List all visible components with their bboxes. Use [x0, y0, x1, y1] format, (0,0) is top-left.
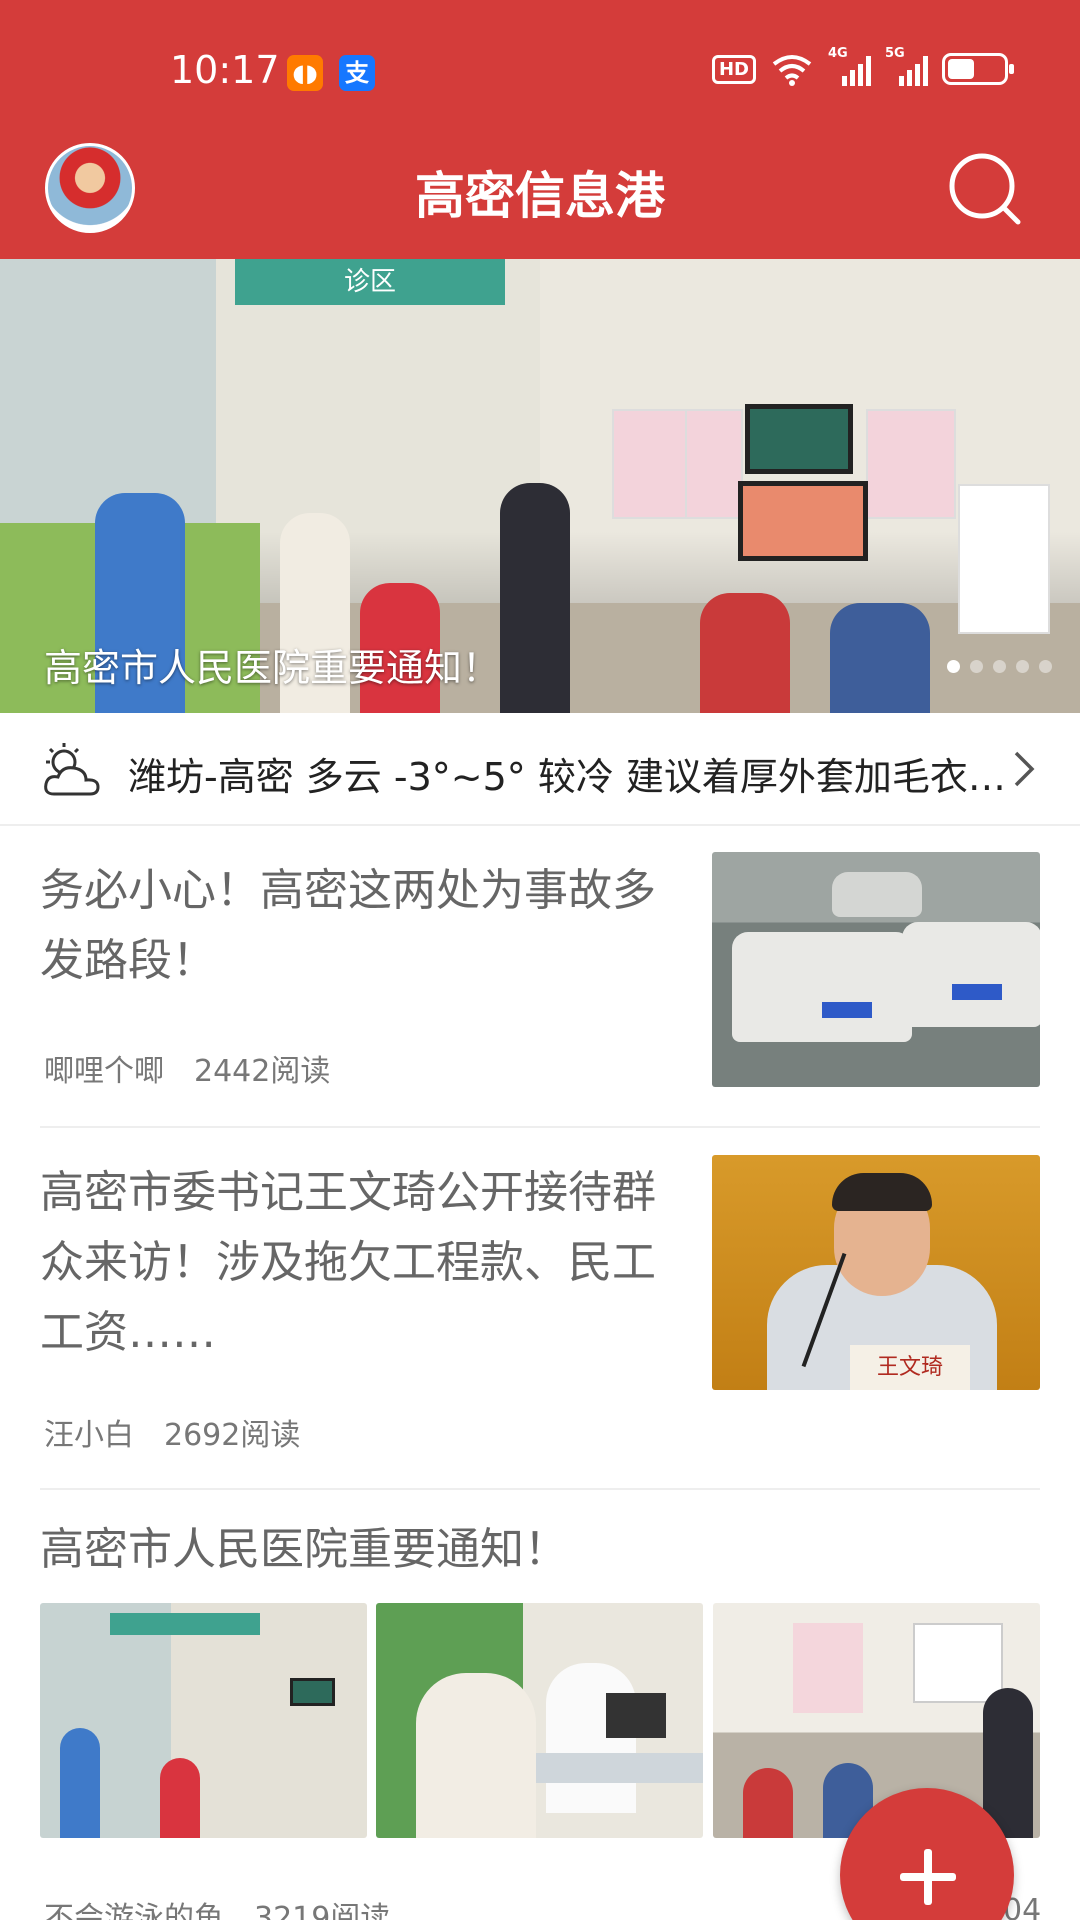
article-title[interactable]: 高密市委书记王文琦公开接待群众来访！涉及拖欠工程款、民工工资……	[40, 1158, 660, 1368]
wifi-icon	[772, 55, 812, 86]
article-author: 不会游泳的鱼	[44, 1901, 224, 1920]
banner-carousel[interactable]: 诊区 高密市人民医院重要通知！	[0, 259, 1080, 713]
carousel-dot[interactable]	[970, 660, 983, 673]
carousel-dot[interactable]	[947, 660, 960, 673]
hd-icon: HD	[711, 54, 756, 84]
partly-cloudy-icon	[44, 743, 100, 796]
article-title[interactable]: 务必小心！高密这两处为事故多发路段！	[40, 856, 660, 996]
article-reads: 2692阅读	[164, 1418, 301, 1453]
weather-text: 潍坊-高密 多云 -3°~5° 较冷 建议着厚外套加毛衣…	[128, 755, 1006, 799]
article-image[interactable]	[40, 1603, 367, 1838]
weather-bar[interactable]: 潍坊-高密 多云 -3°~5° 较冷 建议着厚外套加毛衣…	[0, 713, 1080, 826]
article-meta: 汪小白 2692阅读	[44, 1410, 300, 1454]
banner-caption: 高密市人民医院重要通知！	[44, 646, 501, 690]
signal-5g-icon: 5G	[885, 46, 928, 86]
banner-sign: 诊区	[235, 259, 505, 305]
signal-4g-icon: 4G	[828, 46, 871, 86]
article-reads: 2442阅读	[194, 1054, 331, 1089]
article-meta: 唧哩个唧 2442阅读	[44, 1046, 330, 1090]
orange-app-icon: ◖◗	[287, 55, 323, 91]
article-thumbnail[interactable]: 王文琦	[712, 1155, 1040, 1390]
chevron-right-icon[interactable]	[1010, 749, 1038, 789]
search-icon[interactable]	[946, 150, 1026, 230]
article-author: 唧哩个唧	[44, 1054, 164, 1089]
status-time: 10:17	[170, 48, 280, 92]
battery-icon	[942, 53, 1014, 85]
nameplate: 王文琦	[850, 1345, 970, 1390]
page-title: 高密信息港	[415, 167, 665, 225]
carousel-dot[interactable]	[993, 660, 1006, 673]
status-icons: HD 4G 5G	[711, 46, 1014, 86]
carousel-dot[interactable]	[1016, 660, 1029, 673]
article-author: 汪小白	[44, 1418, 134, 1453]
article-reads: 3219阅读	[254, 1901, 391, 1920]
article-card[interactable]: 务必小心！高密这两处为事故多发路段！ 唧哩个唧 2442阅读	[40, 826, 1040, 1128]
article-thumbnail[interactable]	[712, 852, 1040, 1087]
article-image[interactable]	[376, 1603, 703, 1838]
carousel-dots	[947, 660, 1052, 673]
article-card[interactable]: 高密市委书记王文琦公开接待群众来访！涉及拖欠工程款、民工工资…… 汪小白 2692…	[40, 1128, 1040, 1490]
alipay-icon: 支	[339, 55, 375, 91]
app-header: 10:17 ◖◗ 支 HD 4G 5G 高密信息港	[0, 0, 1080, 259]
article-title[interactable]: 高密市人民医院重要通知！	[40, 1515, 568, 1585]
carousel-dot[interactable]	[1039, 660, 1052, 673]
article-meta: 不会游泳的鱼 3219阅读	[44, 1893, 390, 1920]
plus-icon	[900, 1849, 956, 1905]
